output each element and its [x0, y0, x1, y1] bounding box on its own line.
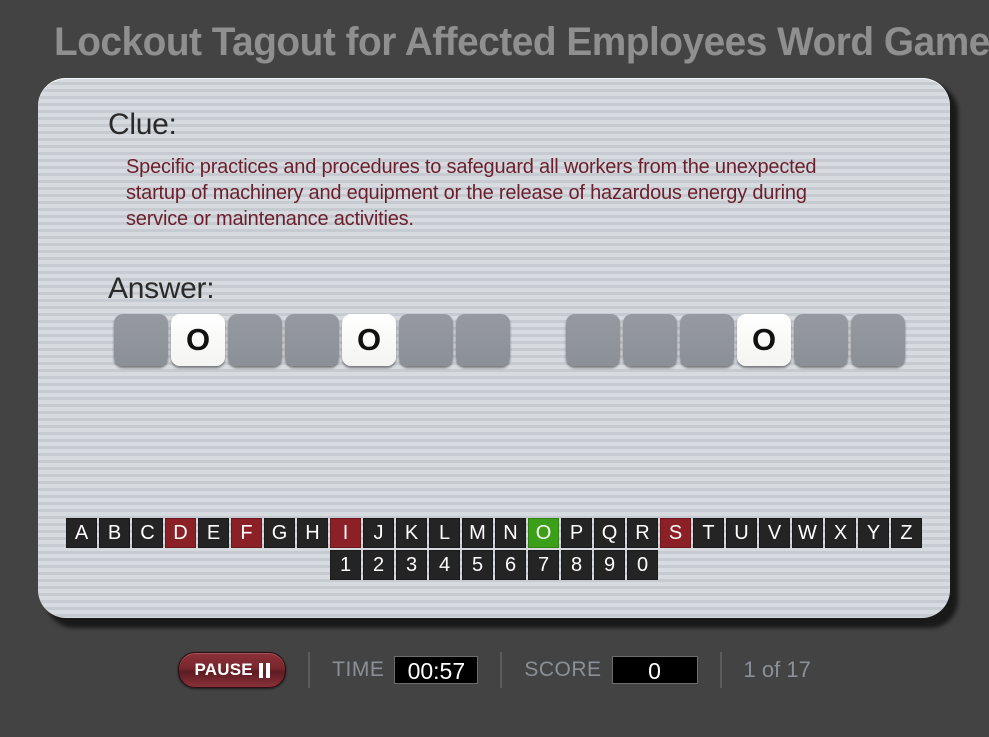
game-footer: PAUSE TIME 00:57 SCORE 0 1 of 17 [0, 645, 989, 695]
key-f[interactable]: F [231, 518, 262, 548]
key-t[interactable]: T [693, 518, 724, 548]
key-m[interactable]: M [462, 518, 493, 548]
answer-tiles: OOO [114, 314, 905, 366]
answer-tile-blank [285, 314, 339, 366]
key-n[interactable]: N [495, 518, 526, 548]
answer-tile-blank [851, 314, 905, 366]
key-j[interactable]: J [363, 518, 394, 548]
key-i[interactable]: I [330, 518, 361, 548]
answer-word: OO [114, 314, 510, 366]
pause-button-label: PAUSE [194, 660, 253, 679]
key-u[interactable]: U [726, 518, 757, 548]
key-z[interactable]: Z [891, 518, 922, 548]
keyboard-number-row: 1234567890 [38, 550, 950, 580]
answer-label: Answer: [108, 272, 215, 305]
answer-tile-filled: O [171, 314, 225, 366]
progress-indicator: 1 of 17 [743, 657, 811, 682]
game-card: Clue: Specific practices and procedures … [38, 78, 950, 618]
key-8[interactable]: 8 [561, 550, 592, 580]
answer-tile-filled: O [342, 314, 396, 366]
key-c[interactable]: C [132, 518, 163, 548]
key-0[interactable]: 0 [627, 550, 658, 580]
clue-label: Clue: [108, 108, 177, 141]
answer-tile-blank [228, 314, 282, 366]
answer-tile-blank [794, 314, 848, 366]
score-value: 0 [611, 656, 698, 684]
clue-text: Specific practices and procedures to saf… [126, 156, 817, 230]
answer-tile-filled: O [737, 314, 791, 366]
key-p[interactable]: P [561, 518, 592, 548]
key-q[interactable]: Q [594, 518, 625, 548]
pause-button[interactable]: PAUSE [178, 652, 287, 688]
key-5[interactable]: 5 [462, 550, 493, 580]
answer-tile-blank [623, 314, 677, 366]
key-s[interactable]: S [660, 518, 691, 548]
score-stat: SCORE 0 [524, 656, 698, 684]
footer-divider [500, 652, 503, 688]
key-k[interactable]: K [396, 518, 427, 548]
time-stat: TIME 00:57 [332, 656, 479, 684]
pause-icon [258, 662, 270, 678]
key-e[interactable]: E [198, 518, 229, 548]
keyboard-letter-row: ABCDEFGHIJKLMNOPQRSTUVWXYZ [38, 518, 950, 548]
answer-word: O [566, 314, 905, 366]
key-w[interactable]: W [792, 518, 823, 548]
footer-divider [719, 652, 722, 688]
key-o[interactable]: O [528, 518, 559, 548]
key-2[interactable]: 2 [363, 550, 394, 580]
key-g[interactable]: G [264, 518, 295, 548]
key-b[interactable]: B [99, 518, 130, 548]
time-label: TIME [332, 658, 385, 681]
key-3[interactable]: 3 [396, 550, 427, 580]
key-x[interactable]: X [825, 518, 856, 548]
answer-tile-blank [566, 314, 620, 366]
answer-tile-blank [114, 314, 168, 366]
key-1[interactable]: 1 [330, 550, 361, 580]
key-h[interactable]: H [297, 518, 328, 548]
key-a[interactable]: A [66, 518, 97, 548]
key-6[interactable]: 6 [495, 550, 526, 580]
answer-tile-blank [399, 314, 453, 366]
key-d[interactable]: D [165, 518, 196, 548]
key-7[interactable]: 7 [528, 550, 559, 580]
key-v[interactable]: V [759, 518, 790, 548]
score-label: SCORE [524, 658, 602, 681]
key-y[interactable]: Y [858, 518, 889, 548]
time-value: 00:57 [394, 656, 479, 684]
answer-tile-blank [680, 314, 734, 366]
on-screen-keyboard: ABCDEFGHIJKLMNOPQRSTUVWXYZ 1234567890 [38, 518, 950, 582]
page-title: Lockout Tagout for Affected Employees Wo… [54, 20, 989, 64]
key-l[interactable]: L [429, 518, 460, 548]
key-4[interactable]: 4 [429, 550, 460, 580]
answer-tile-blank [456, 314, 510, 366]
footer-divider [308, 652, 311, 688]
key-r[interactable]: R [627, 518, 658, 548]
key-9[interactable]: 9 [594, 550, 625, 580]
